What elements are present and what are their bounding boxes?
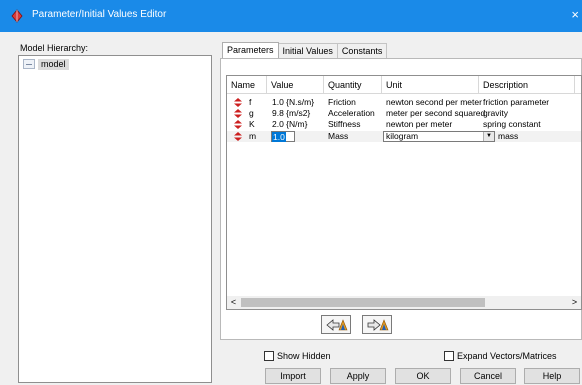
table-row[interactable]: K 2.0 {N/m} Stiffness newton per meter s… bbox=[227, 119, 581, 130]
checkbox-box[interactable] bbox=[264, 351, 274, 361]
cell-quantity: Acceleration bbox=[328, 108, 375, 118]
model-node-icon bbox=[23, 59, 35, 69]
previous-button[interactable] bbox=[321, 315, 351, 334]
ok-button[interactable]: OK bbox=[395, 368, 451, 384]
table-row-editing[interactable]: m 1.0 Mass kilogram ▼ mass bbox=[227, 131, 581, 142]
parameter-icon bbox=[234, 109, 242, 118]
unit-dropdown[interactable]: kilogram ▼ bbox=[383, 131, 495, 142]
tab-initial-values[interactable]: Initial Values bbox=[277, 43, 338, 58]
next-button[interactable] bbox=[362, 315, 392, 334]
cell-value[interactable]: 2.0 {N/m} bbox=[272, 119, 307, 130]
chevron-down-icon[interactable]: ▼ bbox=[483, 132, 494, 141]
expand-vectors-label: Expand Vectors/Matrices bbox=[457, 351, 557, 361]
scrollbar-thumb[interactable] bbox=[241, 298, 485, 307]
title-bar: Parameter/Initial Values Editor × bbox=[0, 0, 582, 32]
parameter-table[interactable]: Name Value Quantity Unit Description f 1… bbox=[226, 75, 582, 310]
parameter-icon bbox=[234, 120, 242, 129]
cell-name: K bbox=[249, 119, 255, 129]
app-icon bbox=[11, 9, 23, 23]
column-header-quantity[interactable]: Quantity bbox=[324, 76, 382, 94]
tab-strip: Parameters Initial Values Constants bbox=[222, 42, 388, 58]
cell-unit[interactable]: newton second per meter bbox=[386, 97, 482, 108]
arrow-left-icon bbox=[326, 319, 348, 331]
cell-value[interactable]: 9.8 {m/s2} bbox=[272, 108, 310, 119]
import-button[interactable]: Import bbox=[265, 368, 321, 384]
cell-description[interactable]: friction parameter bbox=[483, 97, 549, 108]
table-row[interactable]: g 9.8 {m/s2} Acceleration meter per seco… bbox=[227, 108, 581, 119]
parameter-icon bbox=[234, 98, 242, 107]
cell-quantity: Stiffness bbox=[328, 119, 361, 129]
cell-quantity: Mass bbox=[328, 131, 349, 141]
model-hierarchy-tree[interactable]: model bbox=[18, 55, 212, 383]
show-hidden-checkbox[interactable]: Show Hidden bbox=[264, 351, 331, 361]
window-title: Parameter/Initial Values Editor bbox=[32, 9, 167, 20]
horizontal-scrollbar[interactable]: < > bbox=[227, 296, 581, 309]
cell-quantity: Friction bbox=[328, 97, 356, 107]
value-input[interactable]: 1.0 bbox=[271, 131, 295, 142]
scroll-left-icon[interactable]: < bbox=[227, 296, 240, 309]
tab-parameters[interactable]: Parameters bbox=[222, 42, 279, 58]
column-header-unit[interactable]: Unit bbox=[382, 76, 479, 94]
tree-item-label: model bbox=[38, 58, 69, 70]
apply-button[interactable]: Apply bbox=[330, 368, 386, 384]
value-input-text: 1.0 bbox=[272, 132, 286, 142]
cell-name: g bbox=[249, 108, 254, 118]
cell-unit[interactable]: meter per second squared bbox=[386, 108, 485, 119]
parameter-icon bbox=[234, 132, 242, 141]
show-hidden-label: Show Hidden bbox=[277, 351, 331, 361]
cell-value[interactable]: 1.0 {N.s/m} bbox=[272, 97, 314, 108]
column-header-value[interactable]: Value bbox=[267, 76, 324, 94]
checkbox-box[interactable] bbox=[444, 351, 454, 361]
close-icon[interactable]: × bbox=[571, 7, 579, 22]
table-header: Name Value Quantity Unit Description bbox=[227, 76, 581, 94]
tree-item-model[interactable]: model bbox=[23, 58, 69, 70]
arrow-right-icon bbox=[367, 319, 389, 331]
cell-name: m bbox=[249, 131, 257, 141]
column-header-description[interactable]: Description bbox=[479, 76, 575, 94]
cancel-button[interactable]: Cancel bbox=[460, 368, 516, 384]
help-button[interactable]: Help bbox=[524, 368, 580, 384]
cell-description[interactable]: gravity bbox=[483, 108, 508, 119]
cell-description[interactable]: mass bbox=[498, 131, 518, 142]
column-header-name[interactable]: Name bbox=[227, 76, 267, 94]
expand-vectors-checkbox[interactable]: Expand Vectors/Matrices bbox=[444, 351, 557, 361]
tab-constants[interactable]: Constants bbox=[336, 43, 388, 58]
scroll-right-icon[interactable]: > bbox=[568, 296, 581, 309]
cell-name: f bbox=[249, 97, 252, 107]
cell-description[interactable]: spring constant bbox=[483, 119, 541, 130]
table-row[interactable]: f 1.0 {N.s/m} Friction newton second per… bbox=[227, 97, 581, 108]
model-hierarchy-label: Model Hierarchy: bbox=[20, 43, 89, 53]
cell-unit[interactable]: newton per meter bbox=[386, 119, 452, 130]
unit-dropdown-value: kilogram bbox=[386, 131, 419, 141]
